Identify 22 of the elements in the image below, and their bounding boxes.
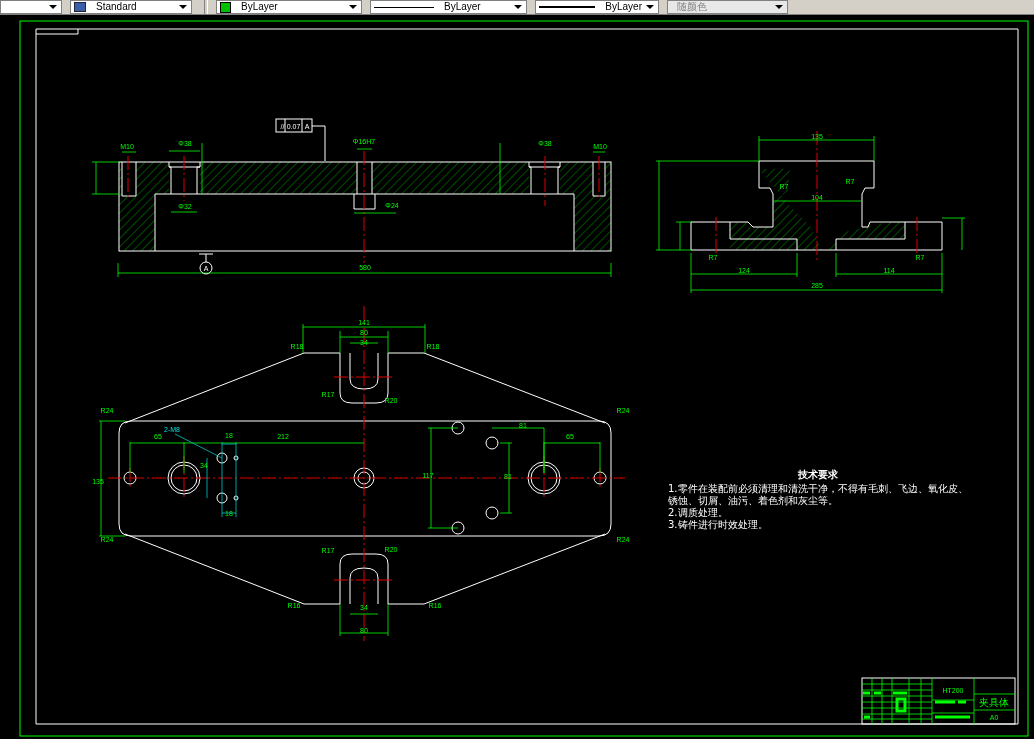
dropdown[interactable]: ByLayer <box>370 0 527 14</box>
datum-symbol <box>198 253 214 275</box>
dropdown-arrow-icon <box>646 5 654 9</box>
dropdown-arrow-icon <box>349 5 357 9</box>
line-sample-icon <box>539 6 596 8</box>
dropdown-arrow-icon <box>179 5 187 9</box>
notes-title: 技术要求 <box>798 469 838 481</box>
tolerance-frame <box>275 118 313 133</box>
dropdown[interactable]: ByLayer <box>216 0 362 14</box>
color-swatch-icon <box>220 1 231 13</box>
note-line: 3.铸件进行时效处理。 <box>668 519 768 531</box>
line-sample-icon <box>374 6 434 8</box>
text-style-icon <box>74 2 86 12</box>
dropdown[interactable]: Standard <box>70 0 192 14</box>
part-name-text: 夹具体 <box>979 697 1009 708</box>
dropdown[interactable]: ByLayer <box>535 0 659 14</box>
dropdown-arrow-icon <box>514 5 522 9</box>
dropdown[interactable] <box>0 0 62 14</box>
note-line: 2.调质处理。 <box>668 507 728 519</box>
dropdown-arrow-icon <box>775 5 783 9</box>
note-line: 1.零件在装配前必须清理和清洗干净，不得有毛刺、飞边、氧化皮、锈蚀、切屑、油污、着色剂和灰尘等。 <box>668 483 968 507</box>
dropdown-arrow-icon <box>49 5 57 9</box>
